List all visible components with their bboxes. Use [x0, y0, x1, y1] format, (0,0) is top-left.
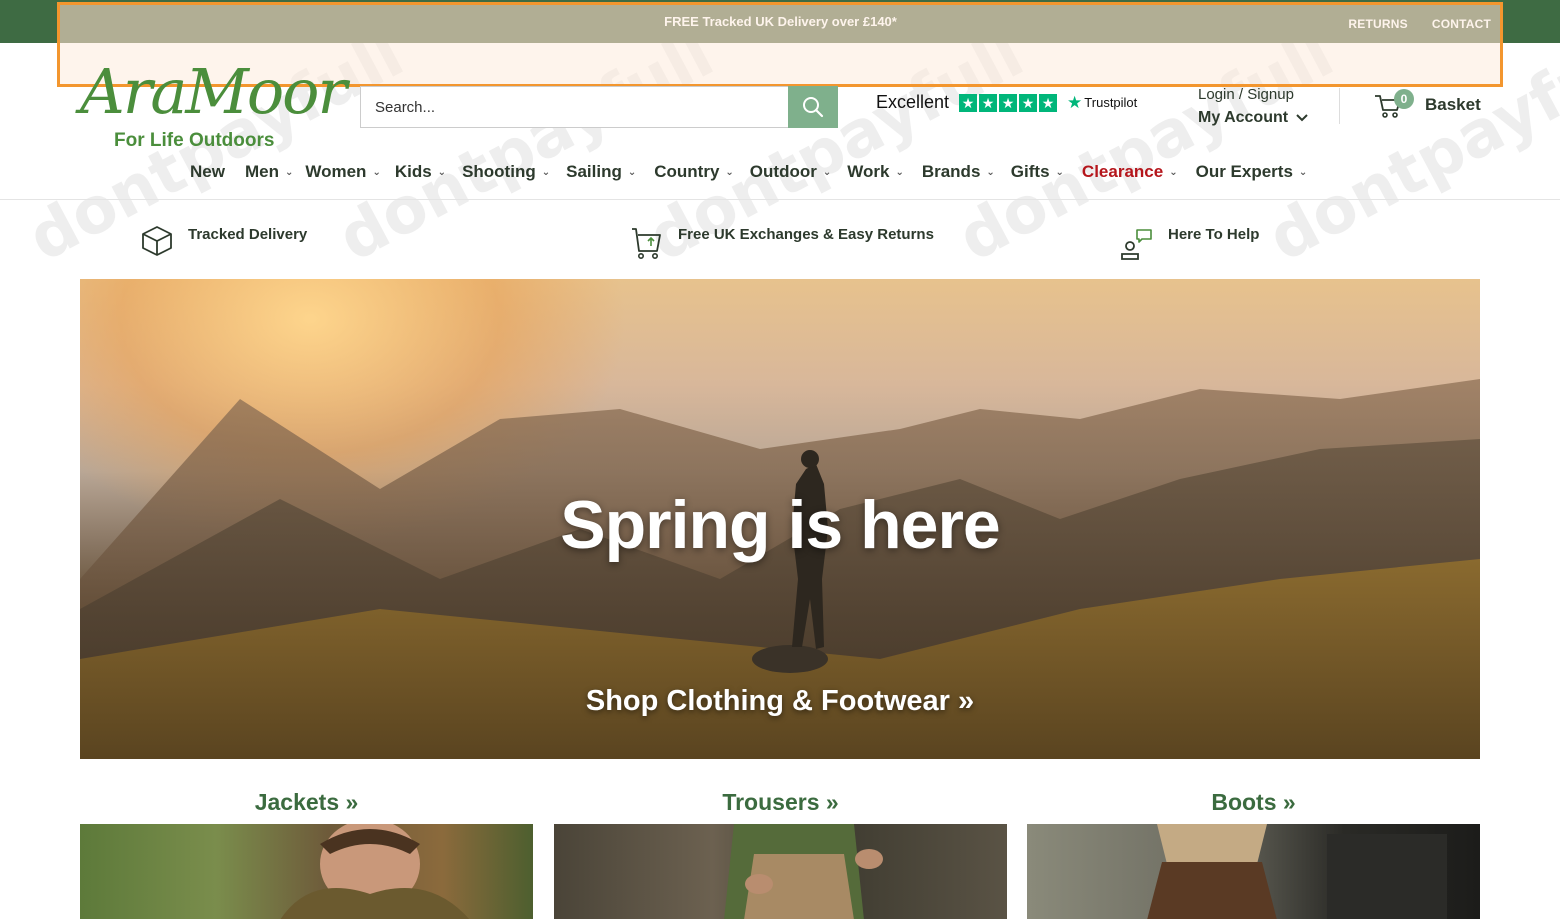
nav-item-gifts[interactable]: Gifts ⌄ [1011, 162, 1064, 182]
box-icon [142, 226, 172, 256]
category-image-boots [1027, 824, 1480, 919]
category-image-trousers [554, 824, 1007, 919]
promo-banner-text: FREE Tracked UK Delivery over £140* [664, 14, 897, 29]
chevron-down-icon: ⌄ [627, 166, 637, 178]
watermark: dontpayfull [1256, 17, 1560, 277]
cart-icon-wrap: 0 [1373, 89, 1414, 120]
search-icon [803, 97, 824, 118]
nav-item-outdoor[interactable]: Outdoor ⌄ [750, 162, 831, 182]
top-links: RETURNS CONTACT [1348, 17, 1491, 31]
chevron-down-icon: ⌄ [1169, 166, 1178, 178]
trustpilot-rating-text: Excellent [876, 92, 950, 112]
category-image-jackets [80, 824, 533, 919]
nav-item-label: Country [654, 162, 720, 181]
star-icon: ★ [999, 93, 1018, 112]
usp-label: Here To Help [1168, 226, 1260, 243]
nav-item-new[interactable]: New [190, 162, 225, 182]
nav-item-brands[interactable]: Brands ⌄ [922, 162, 995, 182]
nav-divider [0, 199, 1560, 200]
basket-button[interactable]: 0 Basket [1373, 89, 1481, 120]
top-bar: FREE Tracked UK Delivery over £140* RETU… [0, 0, 1560, 43]
nav-item-clearance[interactable]: Clearance ⌄ [1082, 162, 1178, 182]
nav-item-work[interactable]: Work ⌄ [847, 162, 904, 182]
hero-banner[interactable]: Spring is here Shop Clothing & Footwear … [80, 279, 1480, 759]
chevron-down-icon: ⌄ [822, 166, 832, 178]
usp-tracked-delivery[interactable]: Tracked Delivery [140, 224, 307, 258]
nav-item-label: Women [305, 162, 367, 181]
nav-item-label: Our Experts [1195, 162, 1293, 181]
chevron-down-icon [1296, 114, 1308, 122]
chevron-down-icon: ⌄ [895, 166, 904, 178]
trustpilot-stars: ★ ★ ★ ★ ★ [959, 93, 1058, 112]
chevron-down-icon: ⌄ [284, 166, 294, 178]
nav-item-men[interactable]: Men ⌄ [245, 162, 293, 182]
nav-item-kids[interactable]: Kids ⌄ [395, 162, 446, 182]
search-bar [360, 86, 838, 128]
site-logo[interactable]: AraMoor For Life Outdoors [80, 56, 347, 156]
category-jackets[interactable]: Jackets » [80, 789, 533, 919]
trustpilot-star-icon: ★ [1067, 92, 1083, 112]
trustpilot-widget[interactable]: Excellent ★ ★ ★ ★ ★ ★ Trustpilot [876, 92, 1137, 113]
category-title[interactable]: Boots » [1027, 789, 1480, 824]
logo-tagline: For Life Outdoors [114, 130, 275, 151]
nav-item-label: Gifts [1010, 162, 1050, 181]
star-icon: ★ [959, 93, 978, 112]
usp-here-to-help[interactable]: Here To Help [1120, 224, 1259, 260]
category-trousers[interactable]: Trousers » [554, 789, 1007, 919]
nav-item-label: Clearance [1081, 162, 1164, 181]
chevron-down-icon: ⌄ [372, 166, 381, 178]
trustpilot-brand: Trustpilot [1084, 95, 1138, 110]
chevron-down-icon: ⌄ [1055, 166, 1064, 178]
hero-title: Spring is here [560, 487, 1000, 563]
support-chat-icon [1121, 229, 1152, 260]
chevron-down-icon: ⌄ [541, 166, 551, 178]
nav-item-sailing[interactable]: Sailing ⌄ [566, 162, 636, 182]
jacket-image-art [280, 824, 470, 919]
chevron-down-icon: ⌄ [725, 166, 734, 178]
cart-return-icon [632, 228, 661, 259]
main-navigation: New Men ⌄ Women ⌄ Kids ⌄ Shooting ⌄ Sailing ⌄… [190, 162, 1307, 182]
nav-item-women[interactable]: Women ⌄ [305, 162, 380, 182]
header-divider [1339, 88, 1340, 124]
category-title[interactable]: Trousers » [554, 789, 1007, 824]
logo-wordmark: AraMoor [80, 55, 347, 128]
category-title[interactable]: Jackets » [80, 789, 533, 824]
usp-free-exchanges[interactable]: Free UK Exchanges & Easy Returns [630, 224, 934, 260]
account-menu[interactable]: Login / Signup My Account [1198, 86, 1308, 127]
nav-item-our-experts[interactable]: Our Experts ⌄ [1196, 162, 1308, 182]
nav-item-label: Sailing [566, 162, 622, 181]
nav-item-label: Shooting [462, 162, 536, 181]
search-input[interactable] [360, 86, 788, 128]
hero-cta-link[interactable]: Shop Clothing & Footwear » [80, 685, 1480, 718]
my-account-toggle[interactable]: My Account [1198, 109, 1308, 127]
login-signup-link[interactable]: Login / Signup [1198, 86, 1308, 103]
usp-label: Tracked Delivery [188, 226, 308, 243]
star-icon: ★ [1019, 93, 1038, 112]
basket-label: Basket [1425, 95, 1481, 114]
nav-item-country[interactable]: Country ⌄ [654, 162, 734, 182]
nav-item-label: Outdoor [749, 162, 817, 181]
basket-count-badge: 0 [1394, 89, 1414, 109]
star-icon: ★ [979, 93, 998, 112]
nav-item-label: New [190, 162, 225, 181]
trousers-image-art [724, 824, 883, 919]
returns-link[interactable]: RETURNS [1348, 17, 1407, 31]
trustpilot-logo: ★ Trustpilot [1067, 93, 1137, 113]
search-button[interactable] [788, 86, 838, 128]
nav-item-label: Work [847, 162, 890, 181]
nav-item-label: Kids [394, 162, 432, 181]
chevron-down-icon: ⌄ [986, 166, 995, 178]
my-account-label: My Account [1198, 109, 1289, 126]
category-boots[interactable]: Boots » [1027, 789, 1480, 919]
boots-image-art [1147, 824, 1447, 919]
nav-item-label: Brands [921, 162, 981, 181]
chevron-down-icon: ⌄ [1298, 166, 1308, 178]
nav-item-label: Men [244, 162, 279, 181]
nav-item-shooting[interactable]: Shooting ⌄ [462, 162, 550, 182]
chevron-down-icon: ⌄ [437, 166, 447, 178]
top-bar-inner: FREE Tracked UK Delivery over £140* RETU… [60, 3, 1501, 43]
star-icon: ★ [1039, 93, 1058, 112]
usp-label: Free UK Exchanges & Easy Returns [678, 226, 934, 243]
contact-link[interactable]: CONTACT [1432, 17, 1491, 31]
